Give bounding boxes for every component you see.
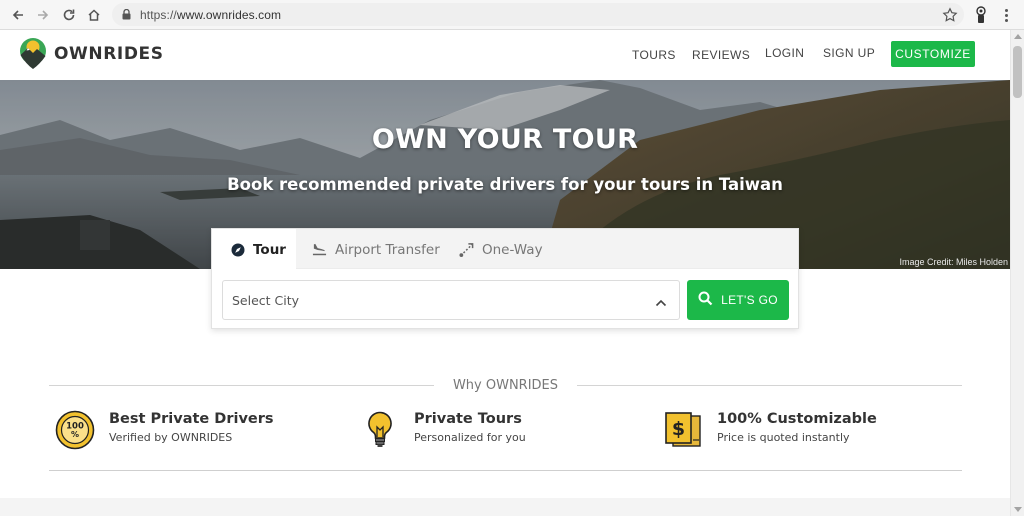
- brand-logo[interactable]: OWNRIDES: [18, 37, 164, 71]
- hero-title: OWN YOUR TOUR: [371, 124, 639, 155]
- image-credit: Image Credit: Miles Holden: [899, 257, 1008, 267]
- tab-airport-transfer-label: Airport Transfer: [335, 241, 440, 258]
- feature-title: 100% Customizable: [717, 411, 877, 427]
- brand-name: OWNRIDES: [54, 44, 164, 64]
- 100-percent-badge-icon: 100 %: [55, 410, 95, 450]
- nav-login-link[interactable]: LOGIN: [765, 46, 804, 60]
- svg-text:%: %: [71, 430, 79, 439]
- tab-one-way-label: One-Way: [482, 241, 543, 258]
- reload-icon[interactable]: [59, 5, 79, 25]
- compass-icon: [230, 242, 245, 257]
- home-icon[interactable]: [84, 5, 104, 25]
- tab-one-way[interactable]: One-Way: [459, 229, 543, 270]
- lets-go-button[interactable]: LET'S GO: [687, 280, 789, 320]
- bookmark-star-icon[interactable]: [942, 7, 958, 23]
- back-arrow-icon[interactable]: [8, 5, 28, 25]
- next-section-band: [0, 498, 1010, 516]
- why-section-title: Why OWNRIDES: [452, 378, 559, 393]
- nav-tours-link[interactable]: TOURS: [632, 48, 676, 62]
- scrollbar-thumb[interactable]: [1013, 46, 1022, 98]
- nav-reviews-link[interactable]: REVIEWS: [692, 48, 750, 62]
- feature-private-tours: Private Tours Personalized for you: [360, 410, 526, 450]
- tab-tour[interactable]: Tour: [212, 229, 296, 270]
- lock-icon: [122, 9, 132, 21]
- scroll-down-arrow-icon[interactable]: [1014, 507, 1022, 512]
- svg-text:$: $: [672, 418, 685, 440]
- customize-button[interactable]: CUSTOMIZE: [891, 41, 975, 67]
- hero-subtitle: Book recommended private drivers for you…: [227, 175, 783, 194]
- search-icon: [698, 291, 713, 309]
- feature-subtitle: Personalized for you: [414, 431, 526, 444]
- city-select[interactable]: Select City: [222, 280, 680, 320]
- address-bar[interactable]: https://www.ownrides.com: [112, 3, 964, 26]
- plane-landing-icon: [312, 242, 327, 257]
- ownrides-logo-icon: [20, 38, 46, 69]
- forward-arrow-icon[interactable]: [33, 5, 53, 25]
- browser-menu-icon[interactable]: [998, 5, 1014, 25]
- feature-customizable: $ 100% Customizable Price is quoted inst…: [663, 410, 877, 450]
- search-panel: Tour Airport Transfer One-Way Select Cit…: [211, 228, 799, 329]
- nav-signup-link[interactable]: SIGN UP: [823, 46, 875, 60]
- tab-airport-transfer[interactable]: Airport Transfer: [312, 229, 440, 270]
- extension-icon[interactable]: [972, 5, 990, 25]
- feature-best-drivers: 100 % Best Private Drivers Verified by O…: [55, 410, 274, 450]
- divider-line: [49, 385, 434, 386]
- feature-subtitle: Verified by OWNRIDES: [109, 431, 233, 444]
- route-icon: [459, 242, 474, 257]
- chevron-up-icon: [655, 295, 667, 307]
- browser-toolbar: https://www.ownrides.com: [0, 0, 1024, 30]
- url-text: https://www.ownrides.com: [140, 7, 282, 22]
- feature-title: Private Tours: [414, 411, 522, 427]
- page-viewport: OWNRIDES TOURS REVIEWS LOGIN SIGN UP CUS…: [0, 30, 1010, 516]
- lightbulb-icon: [368, 411, 392, 447]
- divider-line: [577, 385, 962, 386]
- site-header: OWNRIDES TOURS REVIEWS LOGIN SIGN UP CUS…: [0, 30, 1010, 80]
- divider-line: [49, 470, 962, 471]
- feature-title: Best Private Drivers: [109, 411, 274, 427]
- city-select-placeholder: Select City: [232, 292, 300, 308]
- feature-subtitle: Price is quoted instantly: [717, 431, 850, 444]
- lets-go-label: LET'S GO: [721, 293, 778, 307]
- page-scrollbar[interactable]: [1010, 30, 1024, 516]
- scroll-up-arrow-icon[interactable]: [1014, 34, 1022, 39]
- price-tag-icon: $: [665, 412, 701, 447]
- search-tabs: Tour Airport Transfer One-Way: [212, 229, 798, 270]
- tab-tour-label: Tour: [253, 241, 286, 258]
